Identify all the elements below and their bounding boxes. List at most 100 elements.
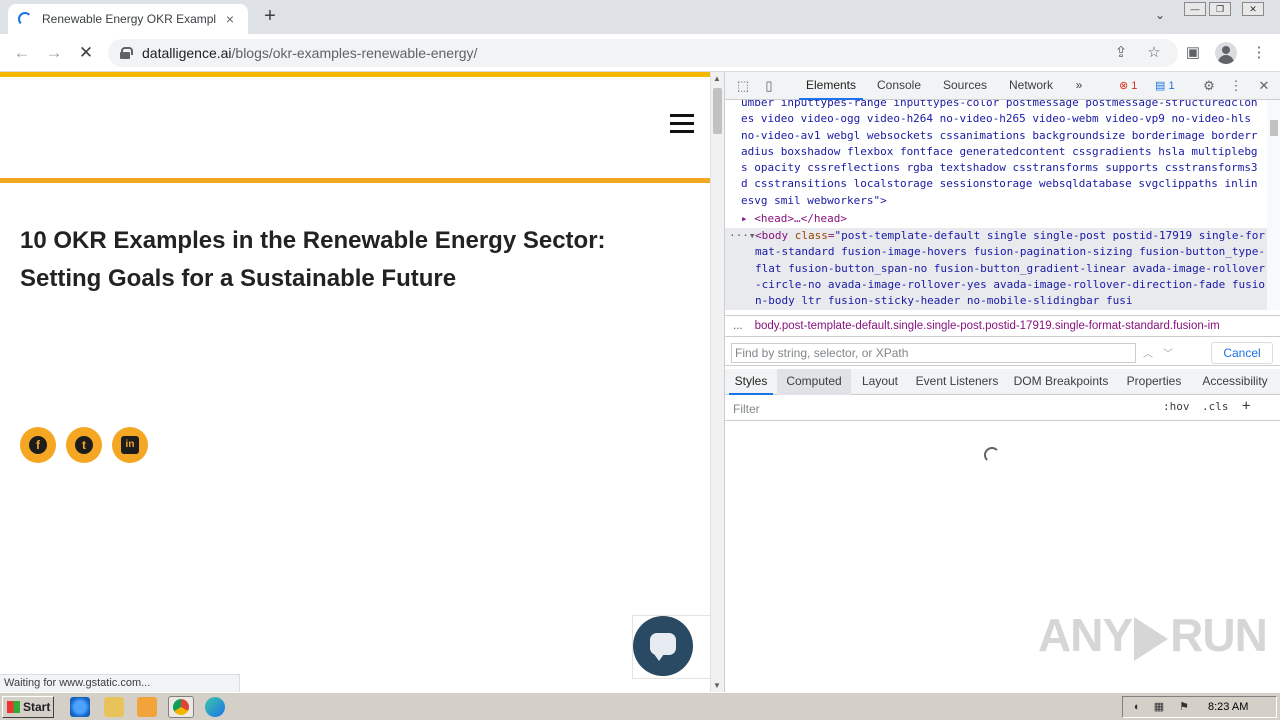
windows-logo-icon xyxy=(7,701,20,713)
chrome-icon xyxy=(173,699,189,715)
cancel-button[interactable]: Cancel xyxy=(1211,342,1273,364)
system-tray xyxy=(1122,696,1277,718)
status-bubble: Waiting for www.gstatic.com... xyxy=(0,674,240,692)
find-next-icon[interactable]: ﹀ xyxy=(1163,345,1173,360)
scrollbar-thumb[interactable] xyxy=(713,88,722,134)
scroll-up-icon[interactable]: ▲ xyxy=(713,74,721,83)
new-style-rule-button[interactable]: + xyxy=(1242,398,1250,414)
tab-search-icon[interactable]: ⌄ xyxy=(1150,8,1170,26)
browser-tab[interactable]: Renewable Energy OKR Examples: D × xyxy=(8,4,248,34)
hamburger-menu-icon[interactable] xyxy=(670,114,694,134)
play-icon xyxy=(1134,616,1169,661)
explorer-icon[interactable] xyxy=(104,697,124,717)
devtools-toolbar: ⬚ ▯ Elements Console Sources Network » ⊗… xyxy=(725,72,1280,100)
clock: 8:23 AM xyxy=(1208,701,1249,713)
breadcrumb-more-left[interactable]: ... xyxy=(725,320,755,332)
expand-arrow-icon[interactable]: ▸ xyxy=(741,212,748,225)
message-badge[interactable]: ▤ 1 xyxy=(1151,77,1179,95)
error-badge[interactable]: ⊗ 1 xyxy=(1115,77,1141,95)
loading-spinner-icon xyxy=(18,12,32,26)
linkedin-icon: in xyxy=(121,436,139,454)
styles-filter-input[interactable] xyxy=(731,399,1151,418)
message-count: 1 xyxy=(1168,80,1175,92)
error-icon: ⊗ xyxy=(1119,80,1129,92)
tab-accessibility[interactable]: Accessibility xyxy=(1195,369,1275,395)
tab-properties[interactable]: Properties xyxy=(1121,369,1187,395)
twitter-share-button[interactable]: t xyxy=(66,427,102,463)
minimize-button[interactable]: — xyxy=(1184,2,1206,16)
avatar[interactable] xyxy=(1215,42,1237,64)
node-dots-icon[interactable]: ···▾ xyxy=(729,228,756,244)
gear-icon[interactable]: ⚙ xyxy=(1201,78,1217,94)
url-host: datalligence.ai xyxy=(142,45,232,61)
body-attr-name: class xyxy=(794,229,828,242)
chrome-taskbar-button[interactable] xyxy=(168,696,194,718)
facebook-icon: f xyxy=(29,436,47,454)
tab-elements[interactable]: Elements xyxy=(799,72,863,100)
network-icon[interactable]: ▦ xyxy=(1153,701,1165,713)
tab-close-icon[interactable]: × xyxy=(222,11,238,27)
address-bar[interactable]: datalligence.ai/blogs/okr-examples-renew… xyxy=(108,39,1178,67)
cls-toggle[interactable]: .cls xyxy=(1202,400,1229,413)
hov-toggle[interactable]: :hov xyxy=(1163,400,1190,413)
twitter-icon: t xyxy=(75,436,93,454)
menu-icon[interactable]: ⋮ xyxy=(1250,44,1268,62)
tab-dom-breakpoints[interactable]: DOM Breakpoints xyxy=(1009,369,1113,395)
scroll-down-icon[interactable]: ▼ xyxy=(713,681,721,690)
sidepanel-icon[interactable]: ▣ xyxy=(1184,44,1202,62)
page-viewport: 10 OKR Examples in the Renewable Energy … xyxy=(0,72,710,692)
message-icon: ▤ xyxy=(1155,80,1166,92)
ie-icon[interactable] xyxy=(70,697,90,717)
new-tab-button[interactable]: + xyxy=(258,6,282,28)
close-window-button[interactable]: ✕ xyxy=(1242,2,1264,16)
more-tabs-icon[interactable]: » xyxy=(1069,72,1089,100)
star-icon[interactable]: ☆ xyxy=(1145,44,1163,62)
inspect-element-icon[interactable]: ⬚ xyxy=(735,78,751,94)
media-icon[interactable] xyxy=(137,697,157,717)
breadcrumb[interactable]: ... body.post-template-default.single.sin… xyxy=(725,315,1280,337)
devtools-panel: ⬚ ▯ Elements Console Sources Network » ⊗… xyxy=(724,72,1280,692)
stop-loading-button[interactable]: ✕ xyxy=(75,42,97,64)
lock-icon[interactable] xyxy=(120,47,133,59)
find-input[interactable] xyxy=(731,343,1136,363)
breadcrumb-item-body[interactable]: body.post-template-default.single.single… xyxy=(755,320,1220,332)
tab-event-listeners[interactable]: Event Listeners xyxy=(911,369,1003,395)
volume-icon[interactable]: ◖ xyxy=(1130,701,1142,713)
url-path: /blogs/okr-examples-renewable-energy/ xyxy=(231,45,478,61)
start-button[interactable]: Start xyxy=(2,696,54,718)
taskbar: Start ◖ ▦ ⚑ 8:23 AM xyxy=(0,692,1280,720)
html-class-text: umber inputtypes-range inputtypes-color … xyxy=(741,100,1258,207)
find-prev-icon[interactable]: ︿ xyxy=(1143,345,1153,360)
tab-styles[interactable]: Styles xyxy=(729,369,773,395)
body-tag: <body xyxy=(755,229,795,242)
start-label: Start xyxy=(23,700,51,714)
tab-network[interactable]: Network xyxy=(1003,72,1059,100)
dom-scrollbar[interactable] xyxy=(1267,100,1280,310)
chat-button[interactable] xyxy=(633,616,693,676)
forward-button[interactable]: → xyxy=(43,42,65,64)
page-scrollbar[interactable]: ▲ ▼ xyxy=(710,72,724,692)
back-button[interactable]: ← xyxy=(11,42,33,64)
share-icon[interactable]: ⇪ xyxy=(1112,44,1130,62)
maximize-button[interactable]: ❐ xyxy=(1209,2,1231,16)
linkedin-share-button[interactable]: in xyxy=(112,427,148,463)
device-toolbar-icon[interactable]: ▯ xyxy=(761,78,777,94)
tab-computed[interactable]: Computed xyxy=(777,369,851,395)
devtools-menu-icon[interactable]: ⋮ xyxy=(1228,78,1244,94)
tab-sources[interactable]: Sources xyxy=(937,72,993,100)
tab-console[interactable]: Console xyxy=(871,72,927,100)
edge-icon[interactable] xyxy=(205,697,225,717)
watermark-left: ANY xyxy=(1038,609,1133,661)
facebook-share-button[interactable]: f xyxy=(20,427,56,463)
body-attr-value: "post-template-default single single-pos… xyxy=(755,229,1265,308)
dom-tree[interactable]: umber inputtypes-range inputtypes-color … xyxy=(725,100,1267,310)
close-icon[interactable]: ✕ xyxy=(1256,78,1272,94)
site-header xyxy=(0,77,710,178)
dom-scrollbar-thumb[interactable] xyxy=(1270,120,1278,136)
head-node[interactable]: ▸ <head>…</head> xyxy=(741,211,847,227)
flag-icon[interactable]: ⚑ xyxy=(1178,701,1190,713)
tab-layout[interactable]: Layout xyxy=(855,369,905,395)
error-count: 1 xyxy=(1131,80,1138,92)
body-node[interactable]: <body class="post-template-default singl… xyxy=(755,228,1265,309)
loading-spinner-icon xyxy=(984,447,1000,463)
